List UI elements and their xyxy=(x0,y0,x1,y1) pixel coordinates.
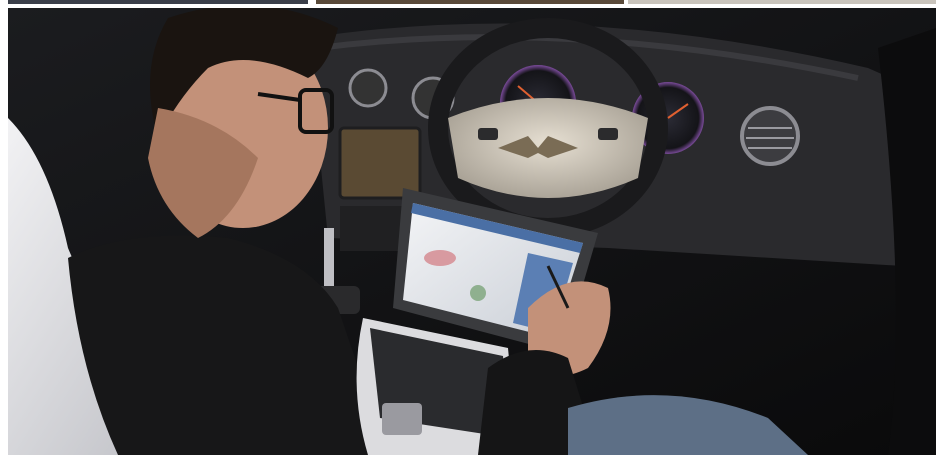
thumbnail-1 xyxy=(8,0,308,4)
infotainment-screen xyxy=(338,126,422,200)
thumbnail-strip xyxy=(0,0,936,7)
gear-shifter xyxy=(324,228,334,288)
laptop-touchpad xyxy=(382,403,422,435)
wheel-buttons-right xyxy=(598,128,618,140)
wheel-buttons-left xyxy=(478,128,498,140)
air-vent-left xyxy=(348,68,388,108)
diagnostic-app-logo xyxy=(424,250,456,266)
air-vent-right xyxy=(740,106,800,166)
thumbnail-3 xyxy=(628,0,936,4)
car-diagnostic-photo xyxy=(8,8,936,455)
photo-illustration xyxy=(8,8,936,455)
photo-frame xyxy=(0,0,936,455)
diagnostic-app-emblem xyxy=(470,285,486,301)
thumbnail-2 xyxy=(316,0,624,4)
